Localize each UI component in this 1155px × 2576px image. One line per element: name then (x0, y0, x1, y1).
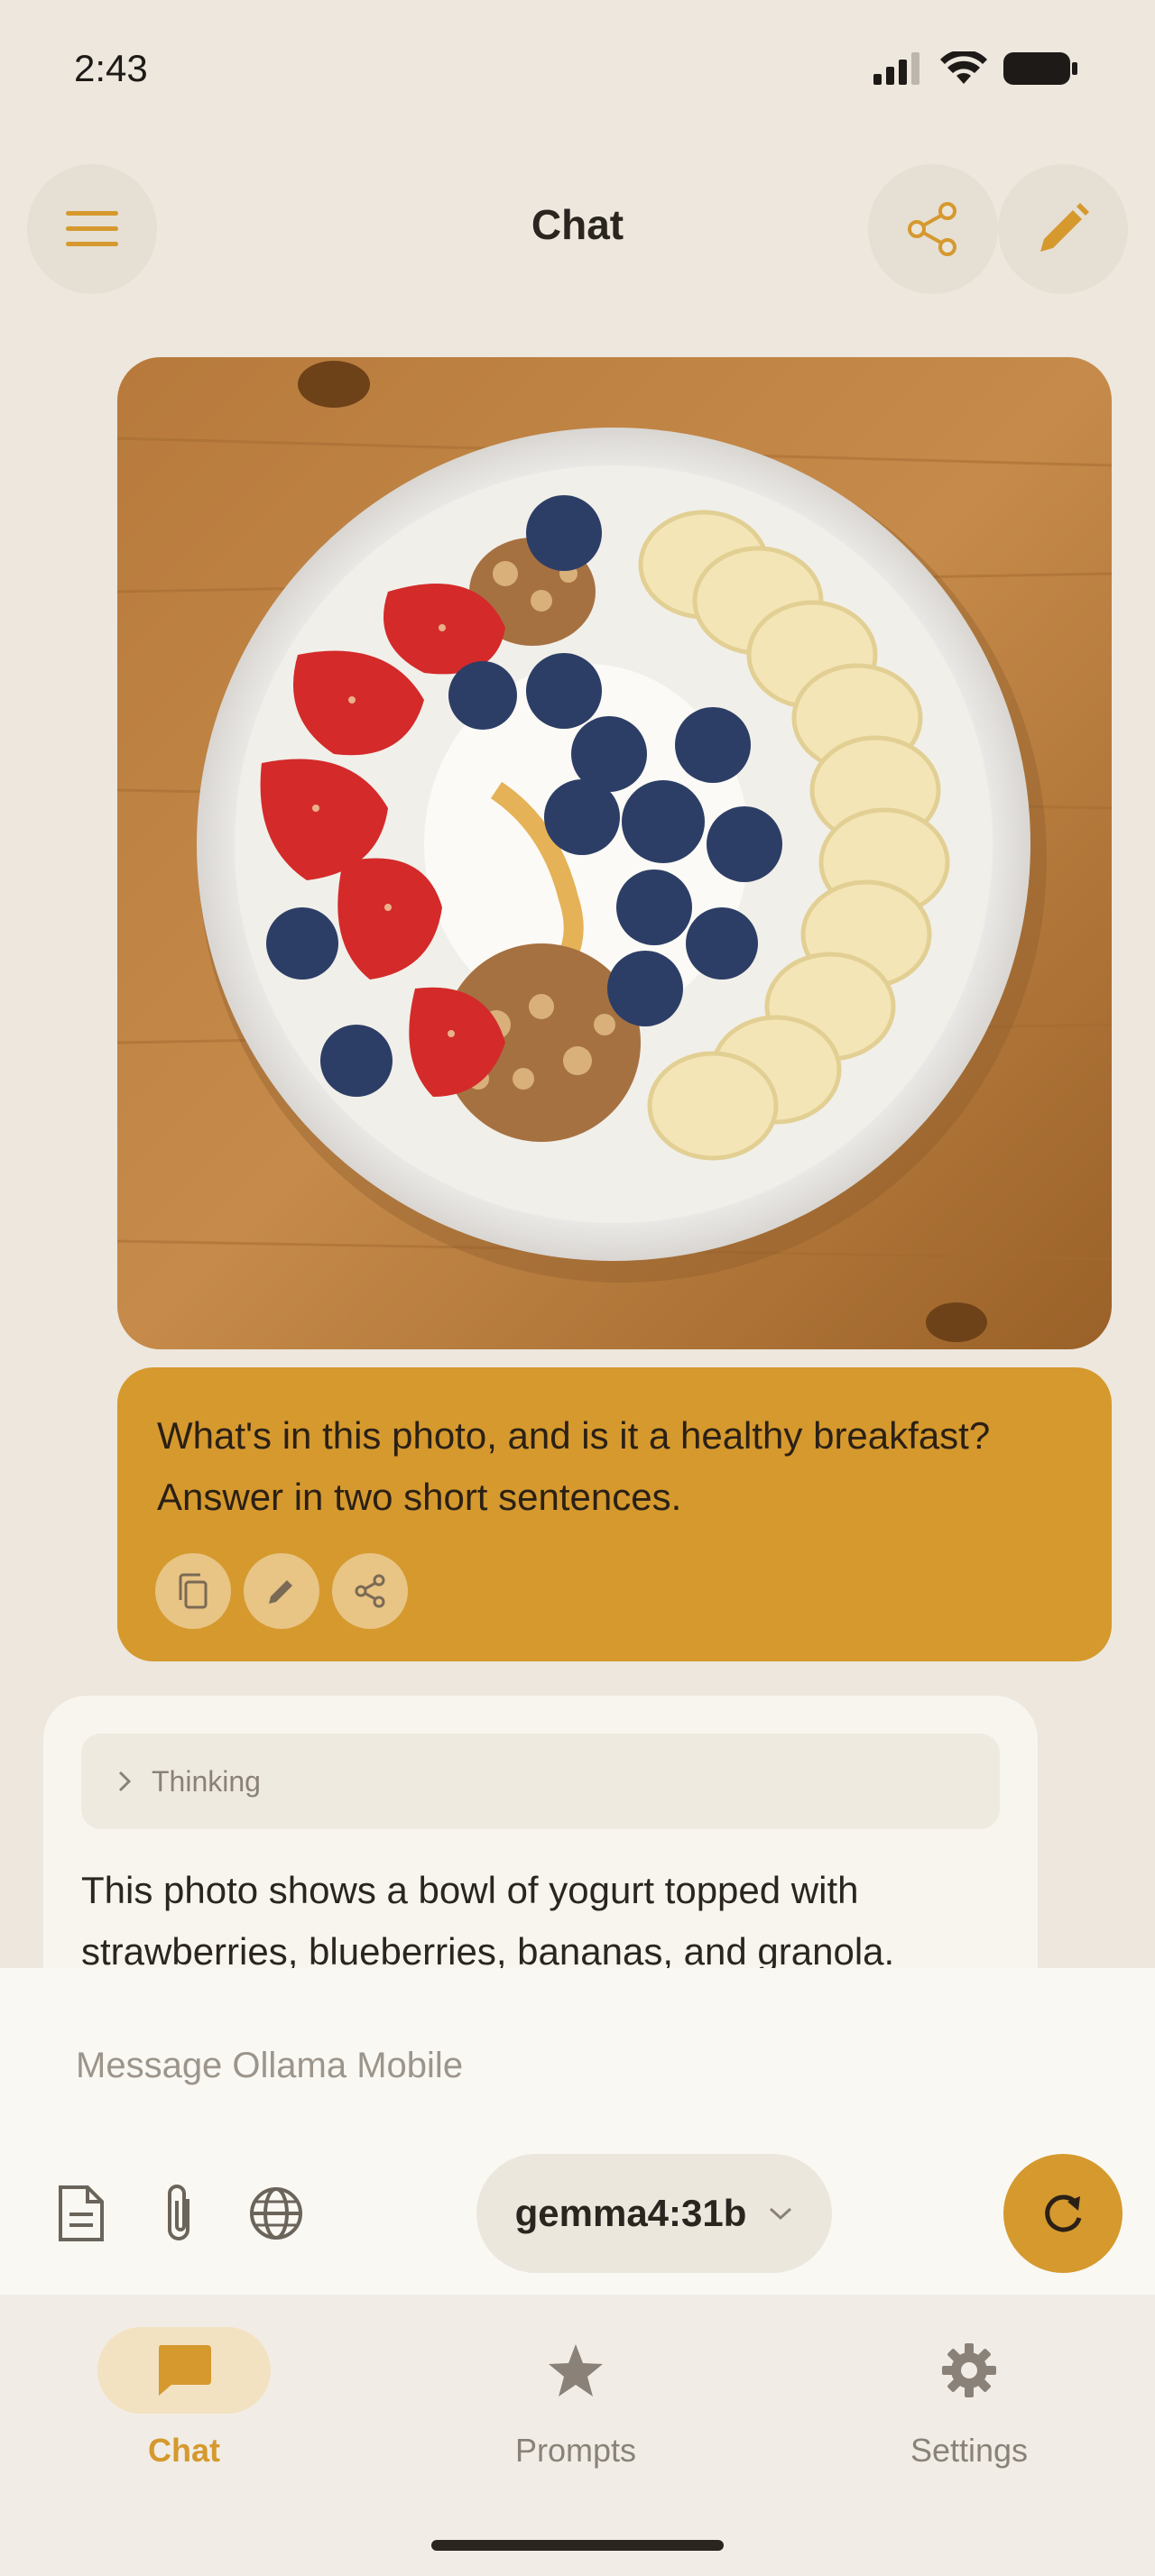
home-indicator[interactable] (431, 2540, 724, 2551)
attached-photo[interactable] (117, 357, 1112, 1349)
share-icon (355, 1574, 385, 1608)
assistant-message-text: This photo shows a bowl of yogurt topped… (81, 1869, 895, 1973)
web-search-button[interactable] (240, 2177, 312, 2249)
attach-button[interactable] (143, 2177, 215, 2249)
nav-icon-wrap (489, 2327, 662, 2414)
edit-button[interactable] (998, 164, 1128, 294)
thinking-label: Thinking (152, 1764, 261, 1798)
model-name: gemma4:31b (514, 2192, 747, 2234)
status-time: 2:43 (74, 47, 148, 89)
nav-label-prompts: Prompts (514, 2432, 637, 2469)
model-selector[interactable]: gemma4:31b (476, 2154, 832, 2273)
nav-icon-wrap (882, 2327, 1056, 2414)
star-icon (549, 2344, 603, 2397)
edit-message-button[interactable] (244, 1553, 319, 1629)
chevron-down-icon (770, 2207, 792, 2221)
food-photo (117, 357, 1112, 1349)
user-message-bubble: What's in this photo, and is it a health… (117, 1367, 1112, 1661)
nav-label-settings: Settings (910, 2432, 1029, 2469)
pencil-icon (269, 1580, 292, 1604)
nav-item-chat[interactable]: Chat (67, 2327, 301, 2470)
refresh-icon (1045, 2194, 1082, 2232)
message-input[interactable]: Message Ollama Mobile (76, 2046, 463, 2086)
share-icon (908, 202, 956, 256)
signal-icon (873, 52, 919, 85)
user-message-text: What's in this photo, and is it a health… (157, 1414, 991, 1518)
paperclip-icon (168, 2185, 189, 2240)
battery-icon (1003, 52, 1077, 85)
message-actions (155, 1553, 408, 1629)
message-composer: Message Ollama Mobile gemma4:31b (0, 1968, 1155, 2295)
regenerate-button[interactable] (1003, 2154, 1123, 2273)
chevron-right-icon (118, 1771, 132, 1792)
status-icons (873, 51, 1079, 87)
pencil-icon (1040, 203, 1089, 252)
chat-bubble-icon (158, 2345, 211, 2396)
document-icon (59, 2185, 104, 2241)
copy-button[interactable] (155, 1553, 231, 1629)
nav-label-chat: Chat (148, 2432, 220, 2469)
bottom-nav: Chat Prompts Settings (0, 2295, 1155, 2576)
gear-icon (942, 2343, 996, 2397)
globe-icon (250, 2187, 302, 2240)
header: Chat (0, 135, 1155, 325)
share-button[interactable] (868, 164, 998, 294)
share-message-button[interactable] (332, 1553, 408, 1629)
nav-item-prompts[interactable]: Prompts (458, 2327, 693, 2470)
thinking-toggle[interactable]: Thinking (81, 1734, 1000, 1829)
nav-active-indicator (97, 2327, 271, 2414)
nav-item-settings[interactable]: Settings (852, 2327, 1086, 2470)
status-bar: 2:43 (0, 0, 1155, 135)
wifi-icon (940, 51, 987, 84)
document-button[interactable] (45, 2177, 117, 2249)
copy-icon (179, 1573, 208, 1609)
